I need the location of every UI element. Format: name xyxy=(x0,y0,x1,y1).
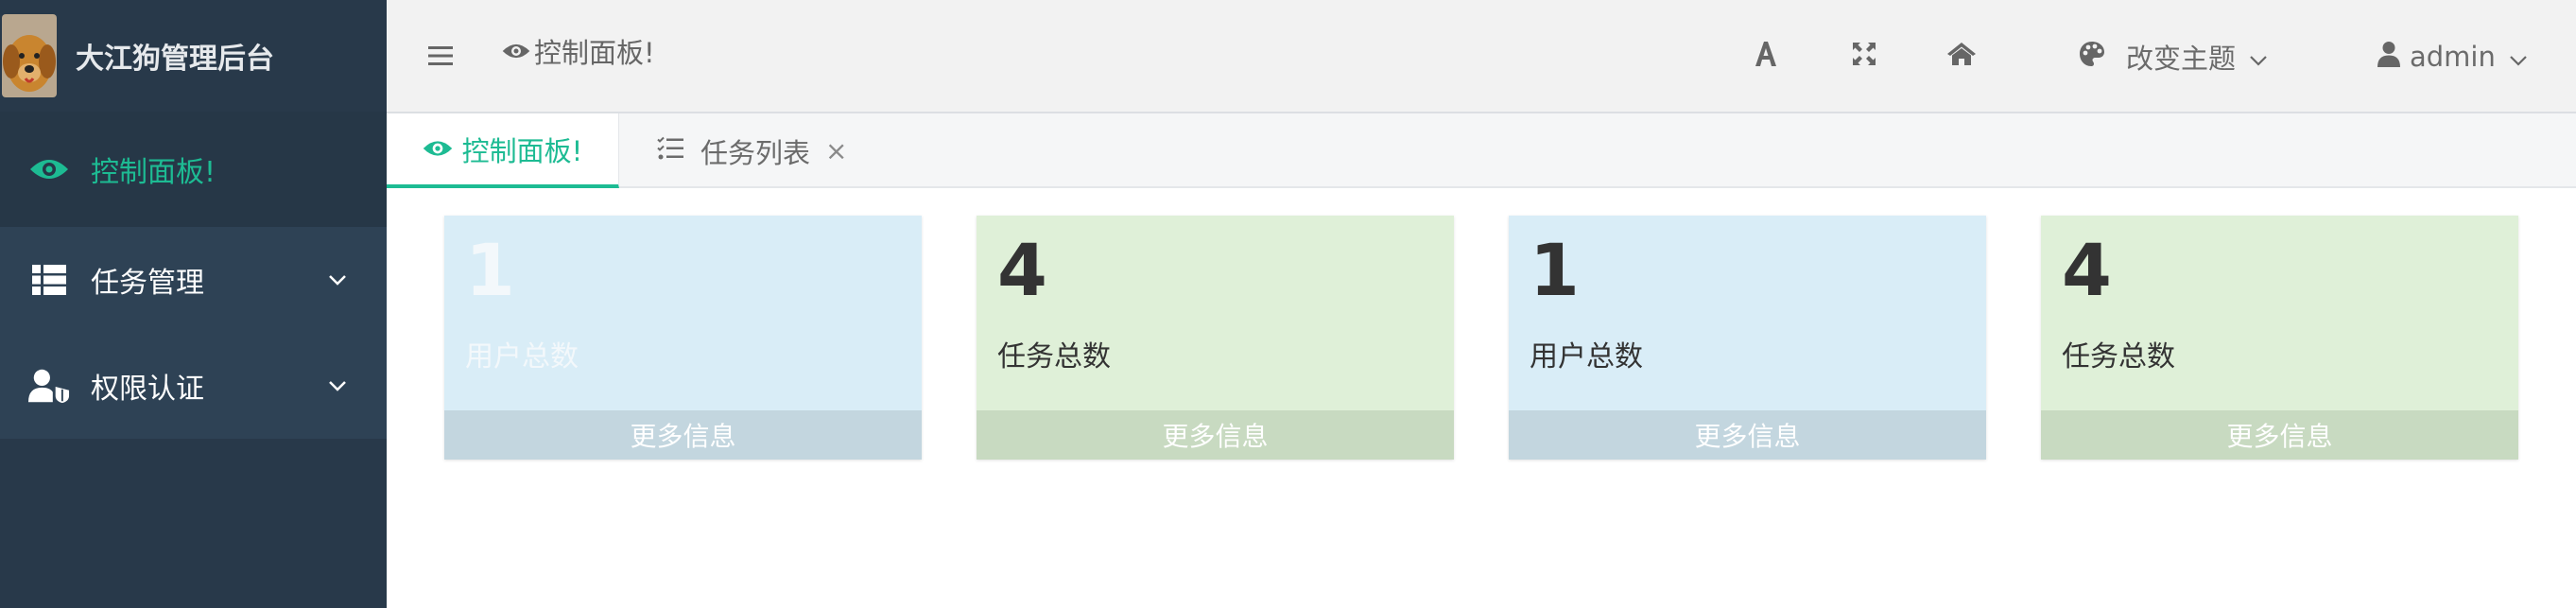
admin-app: 大江狗管理后台 控制面板! 任务管理 权限认证 控制面板! 改变主题 admin… xyxy=(0,0,2576,608)
sidebar-item-permissions[interactable]: 权限认证 xyxy=(0,333,387,439)
user-icon xyxy=(2377,41,2400,74)
palette-icon xyxy=(2079,41,2105,74)
stat-label: 用户总数 xyxy=(465,340,579,373)
stat-value: 4 xyxy=(2062,228,2112,312)
tab-label: 控制面板! xyxy=(461,134,583,167)
theme-dropdown[interactable]: 改变主题 xyxy=(2079,0,2268,113)
stat-card-tasks: 4 任务总数 更多信息 xyxy=(2041,216,2518,460)
stat-value: 1 xyxy=(1530,228,1580,312)
stat-label: 任务总数 xyxy=(2062,340,2175,373)
sidebar-item-label: 权限认证 xyxy=(91,373,204,406)
brand[interactable]: 大江狗管理后台 xyxy=(0,0,387,112)
stat-value: 1 xyxy=(465,228,515,312)
stat-label: 用户总数 xyxy=(1530,340,1643,373)
font-icon xyxy=(1754,41,1778,74)
theme-label: 改变主题 xyxy=(2126,43,2237,75)
stat-card-tasks: 4 任务总数 更多信息 xyxy=(977,216,1454,460)
tab-label: 任务列表 xyxy=(700,136,811,169)
breadcrumb-label: 控制面板! xyxy=(534,37,655,69)
eye-icon xyxy=(28,148,70,190)
home-button[interactable] xyxy=(1946,0,1977,113)
sidebar: 大江狗管理后台 控制面板! 任务管理 权限认证 xyxy=(0,0,387,608)
tab-dashboard[interactable]: 控制面板! xyxy=(387,113,619,188)
user-name: admin xyxy=(2410,41,2496,73)
chevron-down-icon xyxy=(2249,41,2268,73)
list-icon xyxy=(28,259,70,301)
stat-card-users: 1 用户总数 更多信息 xyxy=(1509,216,1986,460)
home-icon xyxy=(1946,41,1977,73)
fullscreen-button[interactable] xyxy=(1852,0,1876,113)
sidebar-item-label: 控制面板! xyxy=(91,156,216,189)
user-shield-icon xyxy=(28,365,70,407)
font-size-button[interactable] xyxy=(1754,0,1778,113)
eye-icon xyxy=(423,133,453,165)
more-info-link[interactable]: 更多信息 xyxy=(977,410,1454,460)
sidebar-item-label: 任务管理 xyxy=(91,267,204,300)
eye-icon xyxy=(502,35,530,67)
stat-label: 任务总数 xyxy=(997,340,1111,373)
dog-logo xyxy=(2,14,57,97)
expand-icon xyxy=(1852,41,1876,73)
close-icon[interactable]: × xyxy=(825,135,847,166)
stat-value: 4 xyxy=(997,228,1047,312)
brand-title: 大江狗管理后台 xyxy=(76,43,274,76)
hamburger-icon xyxy=(428,41,453,73)
sidebar-item-task-management[interactable]: 任务管理 xyxy=(0,227,387,333)
stat-card-users: 1 用户总数 更多信息 xyxy=(444,216,922,460)
more-info-link[interactable]: 更多信息 xyxy=(2041,410,2518,460)
chevron-down-icon xyxy=(328,260,347,293)
sidebar-item-dashboard[interactable]: 控制面板! xyxy=(0,112,387,227)
top-header: 控制面板! 改变主题 admin xyxy=(387,0,2576,113)
breadcrumb: 控制面板! xyxy=(502,0,655,108)
task-list-icon xyxy=(657,135,683,167)
menu-toggle-button[interactable] xyxy=(428,0,453,113)
more-info-link[interactable]: 更多信息 xyxy=(1509,410,1986,460)
chevron-down-icon xyxy=(2509,41,2528,73)
tab-task-list[interactable]: 任务列表 × xyxy=(657,113,847,188)
user-dropdown[interactable]: admin xyxy=(2377,0,2528,113)
more-info-link[interactable]: 更多信息 xyxy=(444,410,922,460)
tab-bar: 控制面板! 任务列表 × xyxy=(387,113,2576,188)
chevron-down-icon xyxy=(328,366,347,399)
